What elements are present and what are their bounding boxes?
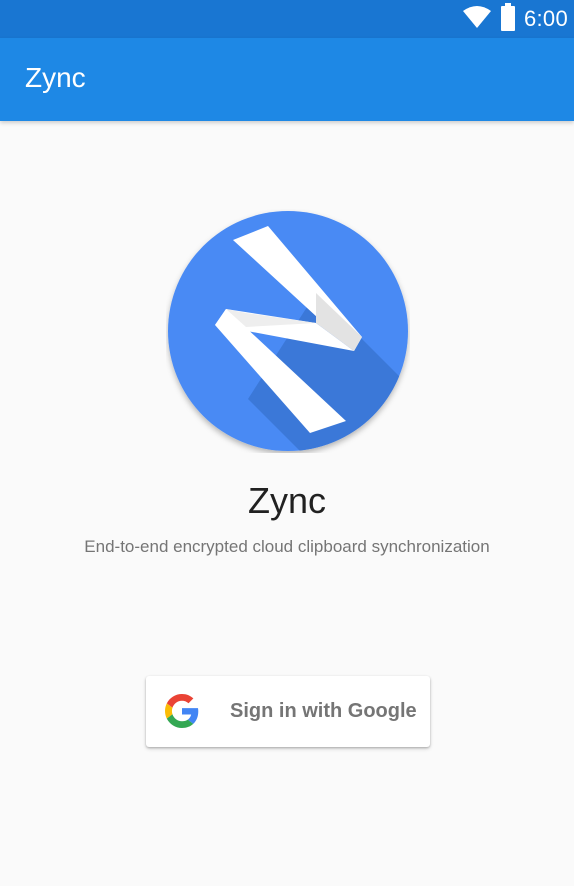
app-title: Zync [25, 62, 86, 93]
hero-title: Zync [247, 480, 326, 521]
google-sign-in-label: Sign in with Google [230, 700, 417, 722]
battery-icon [500, 2, 516, 36]
status-icons: 6:00 [462, 0, 568, 38]
hero-subtitle: End-to-end encrypted cloud clipboard syn… [84, 537, 490, 556]
google-g-icon [165, 694, 199, 728]
status-time: 6:00 [523, 6, 568, 31]
zync-logo [166, 209, 410, 453]
google-sign-in-button[interactable]: Sign in with Google [146, 676, 430, 747]
status-bar: 6:00 [0, 0, 574, 38]
wifi-icon [462, 5, 492, 34]
app-bar: Zync [0, 38, 574, 121]
